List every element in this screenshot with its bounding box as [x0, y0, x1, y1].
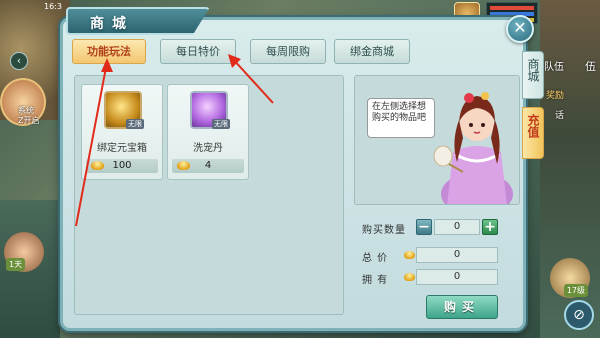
side-tab-shop-label: 商城 — [526, 58, 540, 82]
npc-panel: 在左侧选择想购买的物品吧 — [354, 75, 520, 205]
dialog-label: 话 — [554, 111, 564, 121]
tab-weekly-limit[interactable]: 每周限购 — [250, 39, 326, 64]
side-tab-recharge[interactable]: 充值 — [522, 107, 544, 159]
dialog-title: 商城 — [90, 16, 134, 32]
purple-pill-icon: 无限 — [190, 91, 230, 129]
item-price: 4 — [204, 160, 212, 171]
gold-chest-icon: 无限 — [104, 91, 144, 129]
pathfind-button[interactable]: ⊘ — [564, 300, 594, 330]
items-panel: 无限 绑定元宝箱 100 无限 洗宠丹 4 — [74, 75, 344, 315]
tab-bound-gold-shop[interactable]: 绑金商城 — [334, 39, 410, 64]
owned-value: 0 — [416, 269, 498, 285]
item-price-bar: 4 — [172, 159, 244, 173]
reward-label: 奖励 — [545, 91, 564, 101]
item-name: 绑定元宝箱 — [97, 143, 147, 154]
ingot-icon — [404, 251, 415, 259]
left-level-tag: 1天 — [6, 258, 26, 271]
npc-speech-bubble: 在左侧选择想购买的物品吧 — [367, 98, 435, 138]
team-label[interactable]: 队伍 — [544, 58, 564, 73]
npc-girl-portrait — [433, 92, 513, 204]
item-price-bar: 100 — [86, 159, 158, 173]
tab-daily-deal[interactable]: 每日特价 — [160, 39, 236, 64]
side-tab-shop[interactable]: 商城 — [522, 51, 544, 99]
owned-row: 拥 有 0 — [354, 269, 520, 287]
total-label: 总 价 — [362, 253, 389, 264]
ingot-icon — [404, 273, 415, 281]
minus-button[interactable]: − — [416, 219, 432, 235]
quantity-label: 购买数量 — [362, 225, 406, 236]
shop-dialog: 商城 ✕ 功能玩法 每日特价 每周限购 绑金商城 商城 充值 无限 绑定元宝箱 … — [60, 5, 544, 332]
item-price: 100 — [112, 160, 132, 171]
plus-button[interactable]: + — [482, 219, 498, 235]
beast-label: 伍 — [585, 60, 596, 73]
buy-button[interactable]: 购买 — [426, 295, 498, 319]
quantity-row: 购买数量 − 0 + — [354, 219, 520, 237]
side-tab-recharge-label: 充值 — [526, 114, 540, 138]
close-button[interactable]: ✕ — [506, 15, 534, 43]
compass-icon: ⊘ — [573, 307, 585, 323]
close-icon: ✕ — [513, 18, 527, 37]
system-label: 系统 Z开启 — [18, 106, 39, 126]
quantity-input[interactable]: 0 — [434, 219, 480, 235]
right-level-tag: 17级 — [563, 284, 588, 297]
item-name: 洗宠丹 — [193, 143, 223, 154]
item-card[interactable]: 无限 绑定元宝箱 100 — [81, 84, 163, 180]
system-label-line2: Z开启 — [18, 116, 40, 125]
tab-feature-play[interactable]: 功能玩法 — [72, 39, 146, 64]
total-row: 总 价 0 — [354, 247, 520, 265]
title-plate — [66, 7, 210, 35]
unlimited-badge: 无限 — [212, 119, 230, 129]
left-nav-icon[interactable]: ‹ — [10, 52, 28, 70]
unlimited-badge: 无限 — [126, 119, 144, 129]
system-label-line1: 系统 — [18, 106, 34, 115]
item-card[interactable]: 无限 洗宠丹 4 — [167, 84, 249, 180]
total-value: 0 — [416, 247, 498, 263]
owned-label: 拥 有 — [362, 275, 389, 286]
